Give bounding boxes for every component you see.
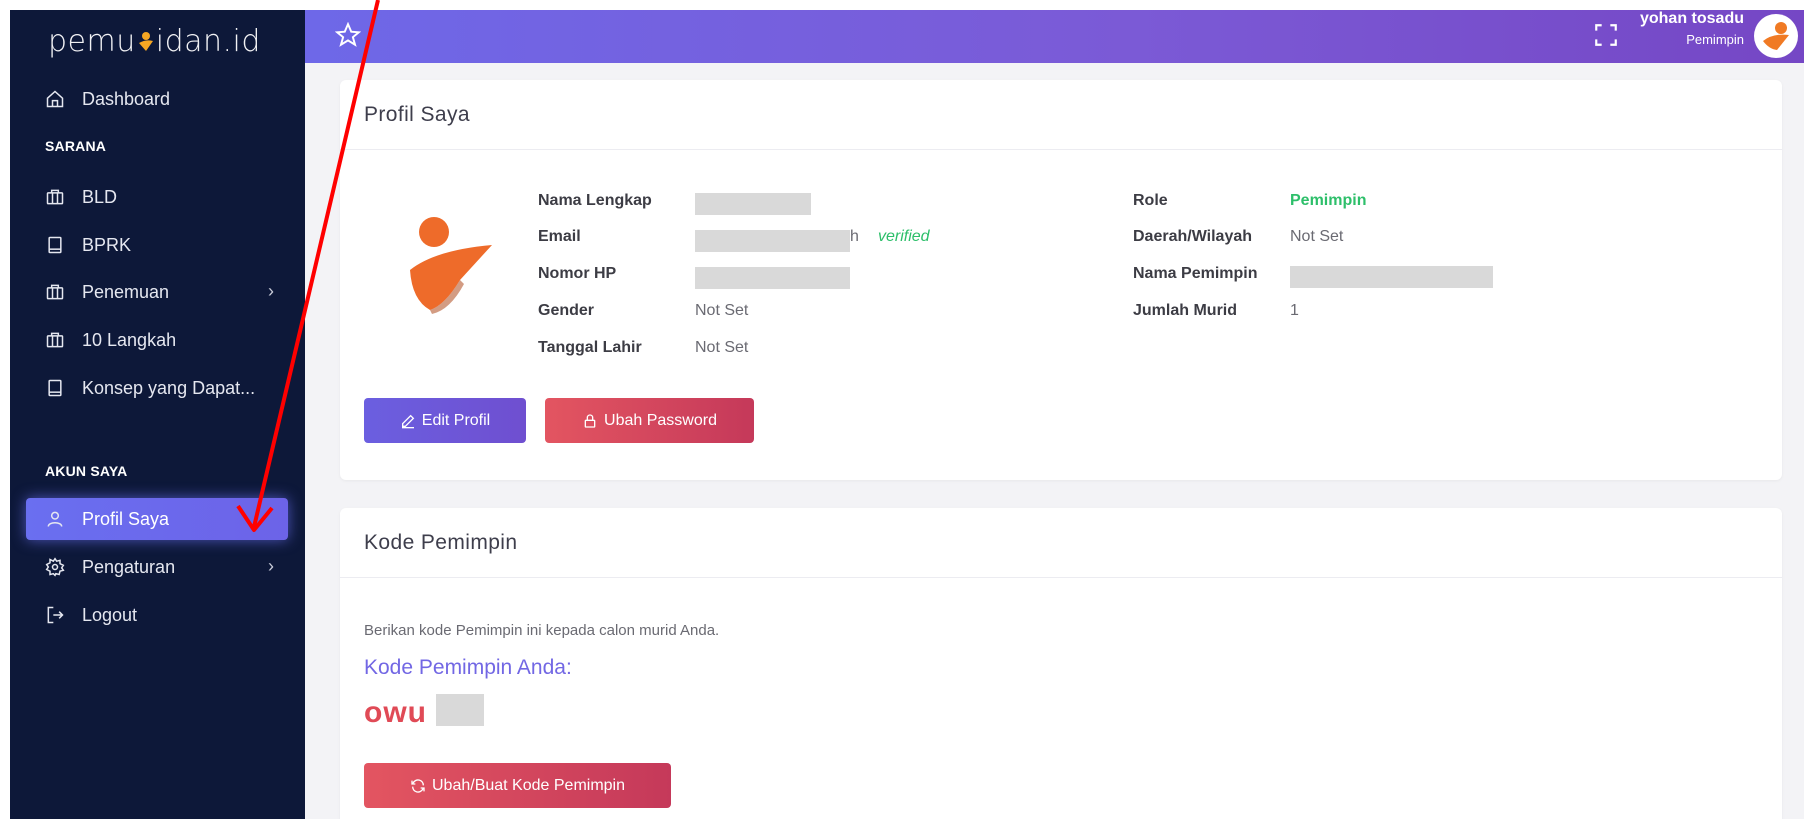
sidebar: pemu idan.id Dashboard SARANA BLD BPRK Pe… (10, 10, 305, 819)
dob-label: Tanggal Lahir (538, 339, 642, 356)
book-icon (44, 234, 66, 256)
leader-code-value: owu (364, 694, 485, 730)
logo-text-left: pemu (48, 24, 136, 59)
gender-value: Not Set (695, 302, 749, 319)
leader-code-redacted (436, 694, 485, 726)
leader-code-visible: owu (364, 696, 427, 729)
section-title-akun-saya: AKUN SAYA (45, 463, 128, 479)
email-label: Email (538, 228, 581, 245)
edit-profile-label: Edit Profil (421, 411, 491, 429)
sidebar-item-pengaturan[interactable]: Pengaturan › (26, 546, 288, 588)
user-name[interactable]: yohan tosadu (1640, 10, 1744, 28)
star-icon[interactable] (335, 22, 361, 48)
logo-text-right: idan.id (155, 24, 261, 59)
sidebar-item-label: 10 Langkah (82, 329, 177, 350)
briefcase-icon (44, 186, 66, 208)
sidebar-item-penemuan[interactable]: Penemuan › (26, 271, 288, 313)
avatar[interactable] (1754, 14, 1798, 58)
sidebar-item-label: BPRK (82, 234, 132, 255)
sidebar-item-label: Penemuan (82, 281, 170, 302)
region-label: Daerah/Wilayah (1133, 228, 1253, 245)
sidebar-item-label: BLD (82, 186, 118, 207)
user-icon (44, 508, 66, 530)
gear-icon (44, 556, 66, 578)
sidebar-item-label: Profil Saya (82, 508, 170, 529)
leader-code-subtitle: Kode Pemimpin Anda: (364, 656, 572, 679)
briefcase-icon (44, 329, 66, 351)
name-value-redacted (695, 193, 811, 215)
change-code-label: Ubah/Buat Kode Pemimpin (432, 776, 625, 794)
pencil-icon (401, 414, 415, 428)
phone-value-redacted (695, 267, 850, 289)
sidebar-item-label: Logout (82, 604, 138, 625)
profile-picture (410, 217, 492, 314)
change-password-label: Ubah Password (604, 411, 717, 429)
role-value: Pemimpin (1290, 192, 1367, 209)
book-icon (44, 377, 66, 399)
section-title-sarana: SARANA (45, 138, 107, 154)
chevron-right-icon: › (268, 281, 274, 301)
leader-value-redacted (1290, 266, 1493, 288)
sidebar-item-label: Dashboard (82, 88, 171, 109)
fullscreen-icon[interactable] (1593, 22, 1619, 48)
sidebar-item-label: Pengaturan (82, 556, 176, 577)
briefcase-icon (44, 281, 66, 303)
logo-figure-icon (138, 32, 153, 51)
sidebar-item-bld[interactable]: BLD (26, 176, 288, 218)
change-code-button[interactable]: Ubah/Buat Kode Pemimpin (364, 763, 671, 808)
app-frame: pemu idan.id Dashboard SARANA BLD BPRK Pe… (10, 10, 1804, 819)
topbar: yohan tosadu Pemimpin (305, 10, 1804, 63)
email-suffix: h (850, 228, 859, 245)
sidebar-item-profil-saya[interactable]: Profil Saya (26, 498, 288, 540)
leader-code-card: Kode Pemimpin Berikan kode Pemimpin ini … (340, 508, 1782, 819)
leader-code-description: Berikan kode Pemimpin ini kepada calon m… (364, 622, 720, 639)
role-label: Role (1133, 192, 1168, 209)
home-icon (44, 88, 66, 110)
dob-value: Not Set (695, 339, 749, 356)
chevron-right-icon: › (268, 556, 274, 576)
leader-label: Nama Pemimpin (1133, 265, 1258, 282)
change-password-button[interactable]: Ubah Password (545, 398, 754, 443)
brand-logo[interactable]: pemu idan.id (48, 24, 261, 59)
students-label: Jumlah Murid (1133, 302, 1238, 319)
name-label: Nama Lengkap (538, 192, 652, 209)
phone-label: Nomor HP (538, 265, 617, 282)
sidebar-item-dashboard[interactable]: Dashboard (26, 78, 288, 120)
region-value: Not Set (1290, 228, 1344, 245)
logo-figure-icon (1763, 22, 1789, 50)
section-title: Kode Pemimpin (340, 508, 1782, 578)
email-value-redacted (695, 230, 850, 252)
sidebar-item-logout[interactable]: Logout (26, 594, 288, 636)
page-title: Profil Saya (340, 80, 1782, 150)
sidebar-item-label: Konsep yang Dapat... (82, 377, 256, 398)
sidebar-item-bprk[interactable]: BPRK (26, 224, 288, 266)
sidebar-item-10-langkah[interactable]: 10 Langkah (26, 319, 288, 361)
sidebar-item-konsep[interactable]: Konsep yang Dapat... (26, 367, 288, 409)
refresh-icon (411, 778, 425, 793)
edit-profile-button[interactable]: Edit Profil (364, 398, 526, 443)
gender-label: Gender (538, 302, 595, 319)
email-verified-badge: verified (878, 228, 930, 245)
students-value: 1 (1290, 302, 1299, 319)
profile-card: Profil Saya Nama Lengkap Email h verifie… (340, 80, 1782, 480)
lock-icon (584, 413, 596, 428)
user-role: Pemimpin (1686, 32, 1744, 47)
logout-icon (44, 604, 66, 626)
